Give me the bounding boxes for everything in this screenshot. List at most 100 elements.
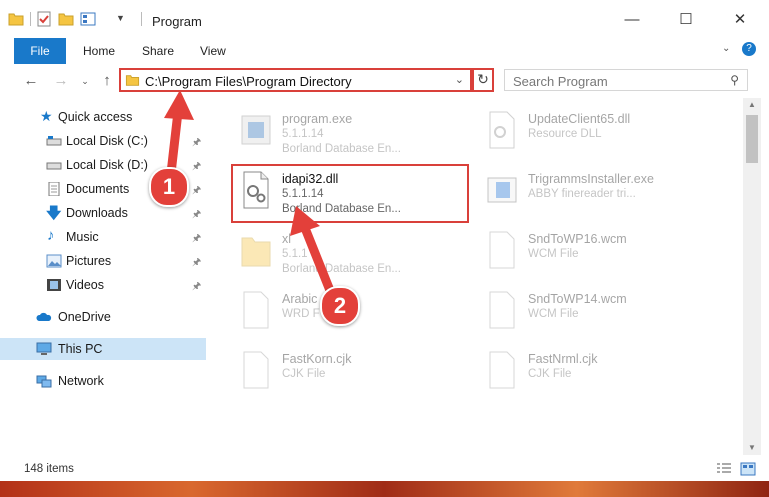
sidebar-item-videos[interactable]: Videos 🖈 [0, 274, 206, 296]
callout-badge-1: 1 [149, 167, 189, 207]
desktop-background [0, 481, 769, 497]
sidebar-item-network[interactable]: Network [0, 370, 206, 392]
file-item[interactable]: SndToWP16.wcm WCM File [480, 224, 720, 280]
pictures-icon [46, 254, 62, 268]
monitor-icon [36, 342, 52, 355]
network-icon [36, 375, 52, 388]
search-placeholder: Search Program [513, 74, 608, 89]
properties-icon[interactable] [36, 11, 52, 27]
file-name: SndToWP16.wcm [528, 232, 627, 246]
cloud-icon [36, 312, 52, 321]
sidebar-item-label: OneDrive [58, 310, 111, 324]
drive-icon [46, 162, 62, 170]
chevron-down-icon[interactable]: ⌄ [455, 73, 464, 86]
file-item[interactable]: TrigrammsInstaller.exe ABBY finereader t… [480, 164, 720, 220]
sidebar-item-label: Quick access [58, 110, 133, 124]
maximize-button[interactable]: ☐ [663, 6, 709, 34]
address-bar[interactable]: C:\Program Files\Program Directory ⌄ [119, 68, 472, 92]
generic-file-icon [489, 351, 515, 389]
pin-icon[interactable]: 🖈 [192, 183, 201, 200]
close-button[interactable]: ✕ [717, 6, 763, 34]
item-count: 148 items [24, 463, 74, 475]
callout-badge-2: 2 [320, 286, 360, 326]
search-icon: ⚲ [730, 73, 739, 87]
file-name: TrigrammsInstaller.exe [528, 172, 654, 186]
forward-button[interactable]: → [50, 71, 72, 91]
ribbon-tabs: File Home Share View ⌄ ? [0, 38, 769, 65]
exe-file-icon [487, 177, 517, 203]
recent-locations-chevron-icon[interactable]: ⌄ [74, 71, 96, 91]
pin-icon[interactable]: 🖈 [192, 279, 201, 296]
file-item[interactable]: UpdateClient65.dll Resource DLL [480, 104, 720, 160]
file-type: WRD F [282, 308, 320, 320]
sidebar-item-label: Music [66, 230, 99, 244]
generic-file-icon [243, 291, 269, 329]
file-type: WCM File [528, 248, 579, 260]
tab-view[interactable]: View [200, 38, 226, 64]
music-icon: ♪ [47, 227, 55, 244]
chevron-down-icon[interactable]: ▼ [116, 13, 125, 23]
folder-icon [125, 75, 140, 86]
pin-icon[interactable]: 🖈 [192, 207, 201, 224]
up-button[interactable]: ↑ [96, 71, 118, 91]
pin-icon[interactable]: 🖈 [192, 135, 201, 152]
pin-icon[interactable]: 🖈 [192, 159, 201, 176]
file-name: FastKorn.cjk [282, 352, 352, 366]
window-title: Program [152, 14, 202, 29]
file-item[interactable]: FastNrml.cjk CJK File [480, 344, 720, 400]
sidebar-item-local-disk-c[interactable]: Local Disk (C:) 🖈 [0, 130, 206, 152]
scroll-down-icon[interactable]: ▼ [743, 441, 761, 455]
tab-home[interactable]: Home [83, 38, 115, 64]
sidebar-item-music[interactable]: ♪ Music 🖈 [0, 226, 206, 248]
sidebar-item-label: Downloads [66, 206, 128, 220]
file-list: program.exe 5.1.1.14 Borland Database En… [208, 98, 743, 455]
scroll-up-icon[interactable]: ▲ [743, 98, 761, 112]
videos-icon [47, 279, 61, 291]
file-item[interactable]: SndToWP14.wcm WCM File [480, 284, 720, 340]
file-name: SndToWP14.wcm [528, 292, 627, 306]
file-type: WCM File [528, 308, 579, 320]
sidebar-item-pictures[interactable]: Pictures 🖈 [0, 250, 206, 272]
file-item[interactable]: FastKorn.cjk CJK File [234, 344, 474, 400]
sidebar-item-onedrive[interactable]: OneDrive [0, 306, 206, 328]
sidebar-item-this-pc[interactable]: This PC [0, 338, 206, 360]
file-type: Resource DLL [528, 128, 602, 140]
file-item[interactable]: program.exe 5.1.1.14 Borland Database En… [234, 104, 474, 160]
star-icon: ★ [40, 108, 53, 124]
file-name: xl [282, 232, 292, 246]
help-icon[interactable]: ? [742, 42, 756, 56]
highlight-box [231, 164, 469, 223]
scrollbar-thumb[interactable] [746, 115, 758, 163]
tab-share[interactable]: Share [142, 38, 174, 64]
file-description: Borland Database En... [282, 263, 401, 275]
search-input[interactable]: Search Program ⚲ [504, 69, 748, 91]
file-type: CJK File [528, 368, 572, 380]
sidebar-item-label: Pictures [66, 254, 112, 268]
sidebar-item-label: Network [58, 374, 104, 388]
file-item[interactable]: xl 5.1.1 Borland Database En... [234, 224, 474, 280]
sidebar-item-label: This PC [58, 342, 103, 356]
pin-icon[interactable]: 🖈 [192, 231, 201, 248]
pin-icon[interactable]: 🖈 [192, 255, 201, 272]
navigation-pane: ★ Quick access Local Disk (C:) 🖈 Local D… [0, 98, 208, 455]
details-view-icon[interactable] [716, 462, 732, 476]
refresh-button[interactable]: ↻ [472, 68, 494, 92]
new-folder-icon[interactable] [58, 11, 74, 27]
sidebar-item-label: Videos [66, 278, 104, 292]
generic-file-icon [243, 351, 269, 389]
file-name: FastNrml.cjk [528, 352, 598, 366]
minimize-button[interactable]: — [609, 6, 655, 34]
back-button[interactable]: ← [20, 71, 42, 91]
sidebar-item-quick-access[interactable]: ★ Quick access [0, 106, 206, 128]
file-version: 5.1.1.14 [282, 128, 324, 140]
vertical-scrollbar[interactable]: ▲ ▼ [743, 98, 761, 455]
file-name: UpdateClient65.dll [528, 112, 631, 126]
dll-file-icon [489, 111, 515, 149]
large-icons-view-icon[interactable] [740, 462, 756, 476]
status-bar: 148 items [0, 455, 769, 481]
tab-file[interactable]: File [14, 38, 66, 64]
chevron-down-icon[interactable]: ⌄ [722, 43, 730, 54]
generic-file-icon [489, 291, 515, 329]
title-bar: ▼ Program — ☐ ✕ [0, 0, 769, 38]
view-options-icon[interactable] [80, 11, 96, 27]
